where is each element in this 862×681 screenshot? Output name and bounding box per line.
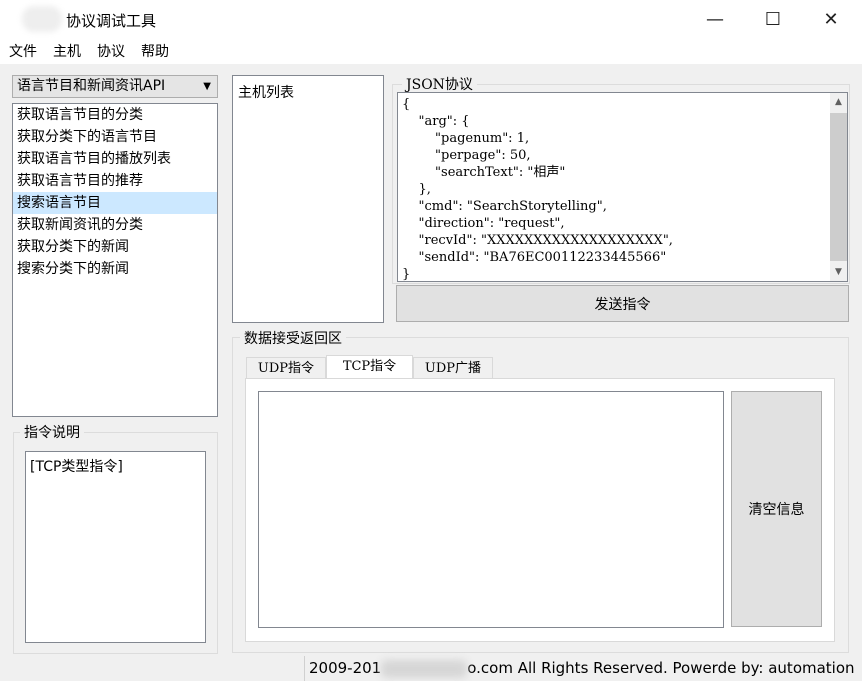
receive-textarea[interactable] xyxy=(258,391,724,628)
copyright-text: 2009-201 o.com All Rights Reserved. Power… xyxy=(309,659,855,678)
list-item-selected[interactable]: 搜索语言节目 xyxy=(13,192,217,214)
list-item[interactable]: 获取语言节目的播放列表 xyxy=(13,148,217,170)
title-bar: 协议调试工具 — ☐ ✕ xyxy=(0,0,862,38)
instruction-desc-label: 指令说明 xyxy=(20,422,84,442)
list-item[interactable]: 获取分类下的新闻 xyxy=(13,236,217,258)
list-item[interactable]: 搜索分类下的新闻 xyxy=(13,258,217,280)
host-list-label: 主机列表 xyxy=(238,85,294,101)
json-scrollbar[interactable]: ▲ ▼ xyxy=(830,93,847,281)
tab-tcp-command[interactable]: TCP指令 xyxy=(326,355,413,379)
command-list[interactable]: 获取语言节目的分类 获取分类下的语言节目 获取语言节目的播放列表 获取语言节目的… xyxy=(12,103,218,417)
minimize-button[interactable]: — xyxy=(686,0,744,38)
scroll-up-icon[interactable]: ▲ xyxy=(830,93,847,111)
clear-info-button[interactable]: 清空信息 xyxy=(731,391,822,627)
receive-area-label: 数据接受返回区 xyxy=(240,328,346,348)
copyright-end: o.com All Rights Reserved. Powerde by: a… xyxy=(467,659,855,677)
instruction-desc-text: [TCP类型指令] xyxy=(25,451,206,643)
menu-bar: 文件 主机 协议 帮助 xyxy=(0,38,862,64)
list-item[interactable]: 获取语言节目的分类 xyxy=(13,104,217,126)
list-item[interactable]: 获取新闻资讯的分类 xyxy=(13,214,217,236)
list-item[interactable]: 获取语言节目的推荐 xyxy=(13,170,217,192)
api-select-value: 语言节目和新闻资讯API xyxy=(17,78,166,94)
json-content: { "arg": { "pagenum": 1, "perpage": 50, … xyxy=(402,97,673,282)
scroll-thumb[interactable] xyxy=(830,113,847,261)
window-title: 协议调试工具 xyxy=(66,12,157,30)
close-button[interactable]: ✕ xyxy=(802,0,860,38)
app-icon xyxy=(22,6,62,32)
json-protocol-label: JSON协议 xyxy=(402,74,477,94)
menu-protocol[interactable]: 协议 xyxy=(90,41,132,61)
send-command-button[interactable]: 发送指令 xyxy=(396,285,849,322)
menu-host[interactable]: 主机 xyxy=(46,41,88,61)
api-select[interactable]: 语言节目和新闻资讯API ▼ xyxy=(12,75,218,98)
menu-help[interactable]: 帮助 xyxy=(134,41,176,61)
copyright-start: 2009-201 xyxy=(309,659,382,677)
maximize-button[interactable]: ☐ xyxy=(744,0,802,38)
menu-file[interactable]: 文件 xyxy=(2,41,44,61)
host-list[interactable]: 主机列表 xyxy=(232,75,384,323)
tab-udp-command[interactable]: UDP指令 xyxy=(246,357,326,379)
list-item[interactable]: 获取分类下的语言节目 xyxy=(13,126,217,148)
tab-udp-broadcast[interactable]: UDP广播 xyxy=(413,357,493,379)
redacted-blur xyxy=(381,659,468,678)
chevron-down-icon: ▼ xyxy=(203,81,211,92)
json-editor[interactable]: { "arg": { "pagenum": 1, "perpage": 50, … xyxy=(397,92,848,282)
scroll-down-icon[interactable]: ▼ xyxy=(830,263,847,281)
